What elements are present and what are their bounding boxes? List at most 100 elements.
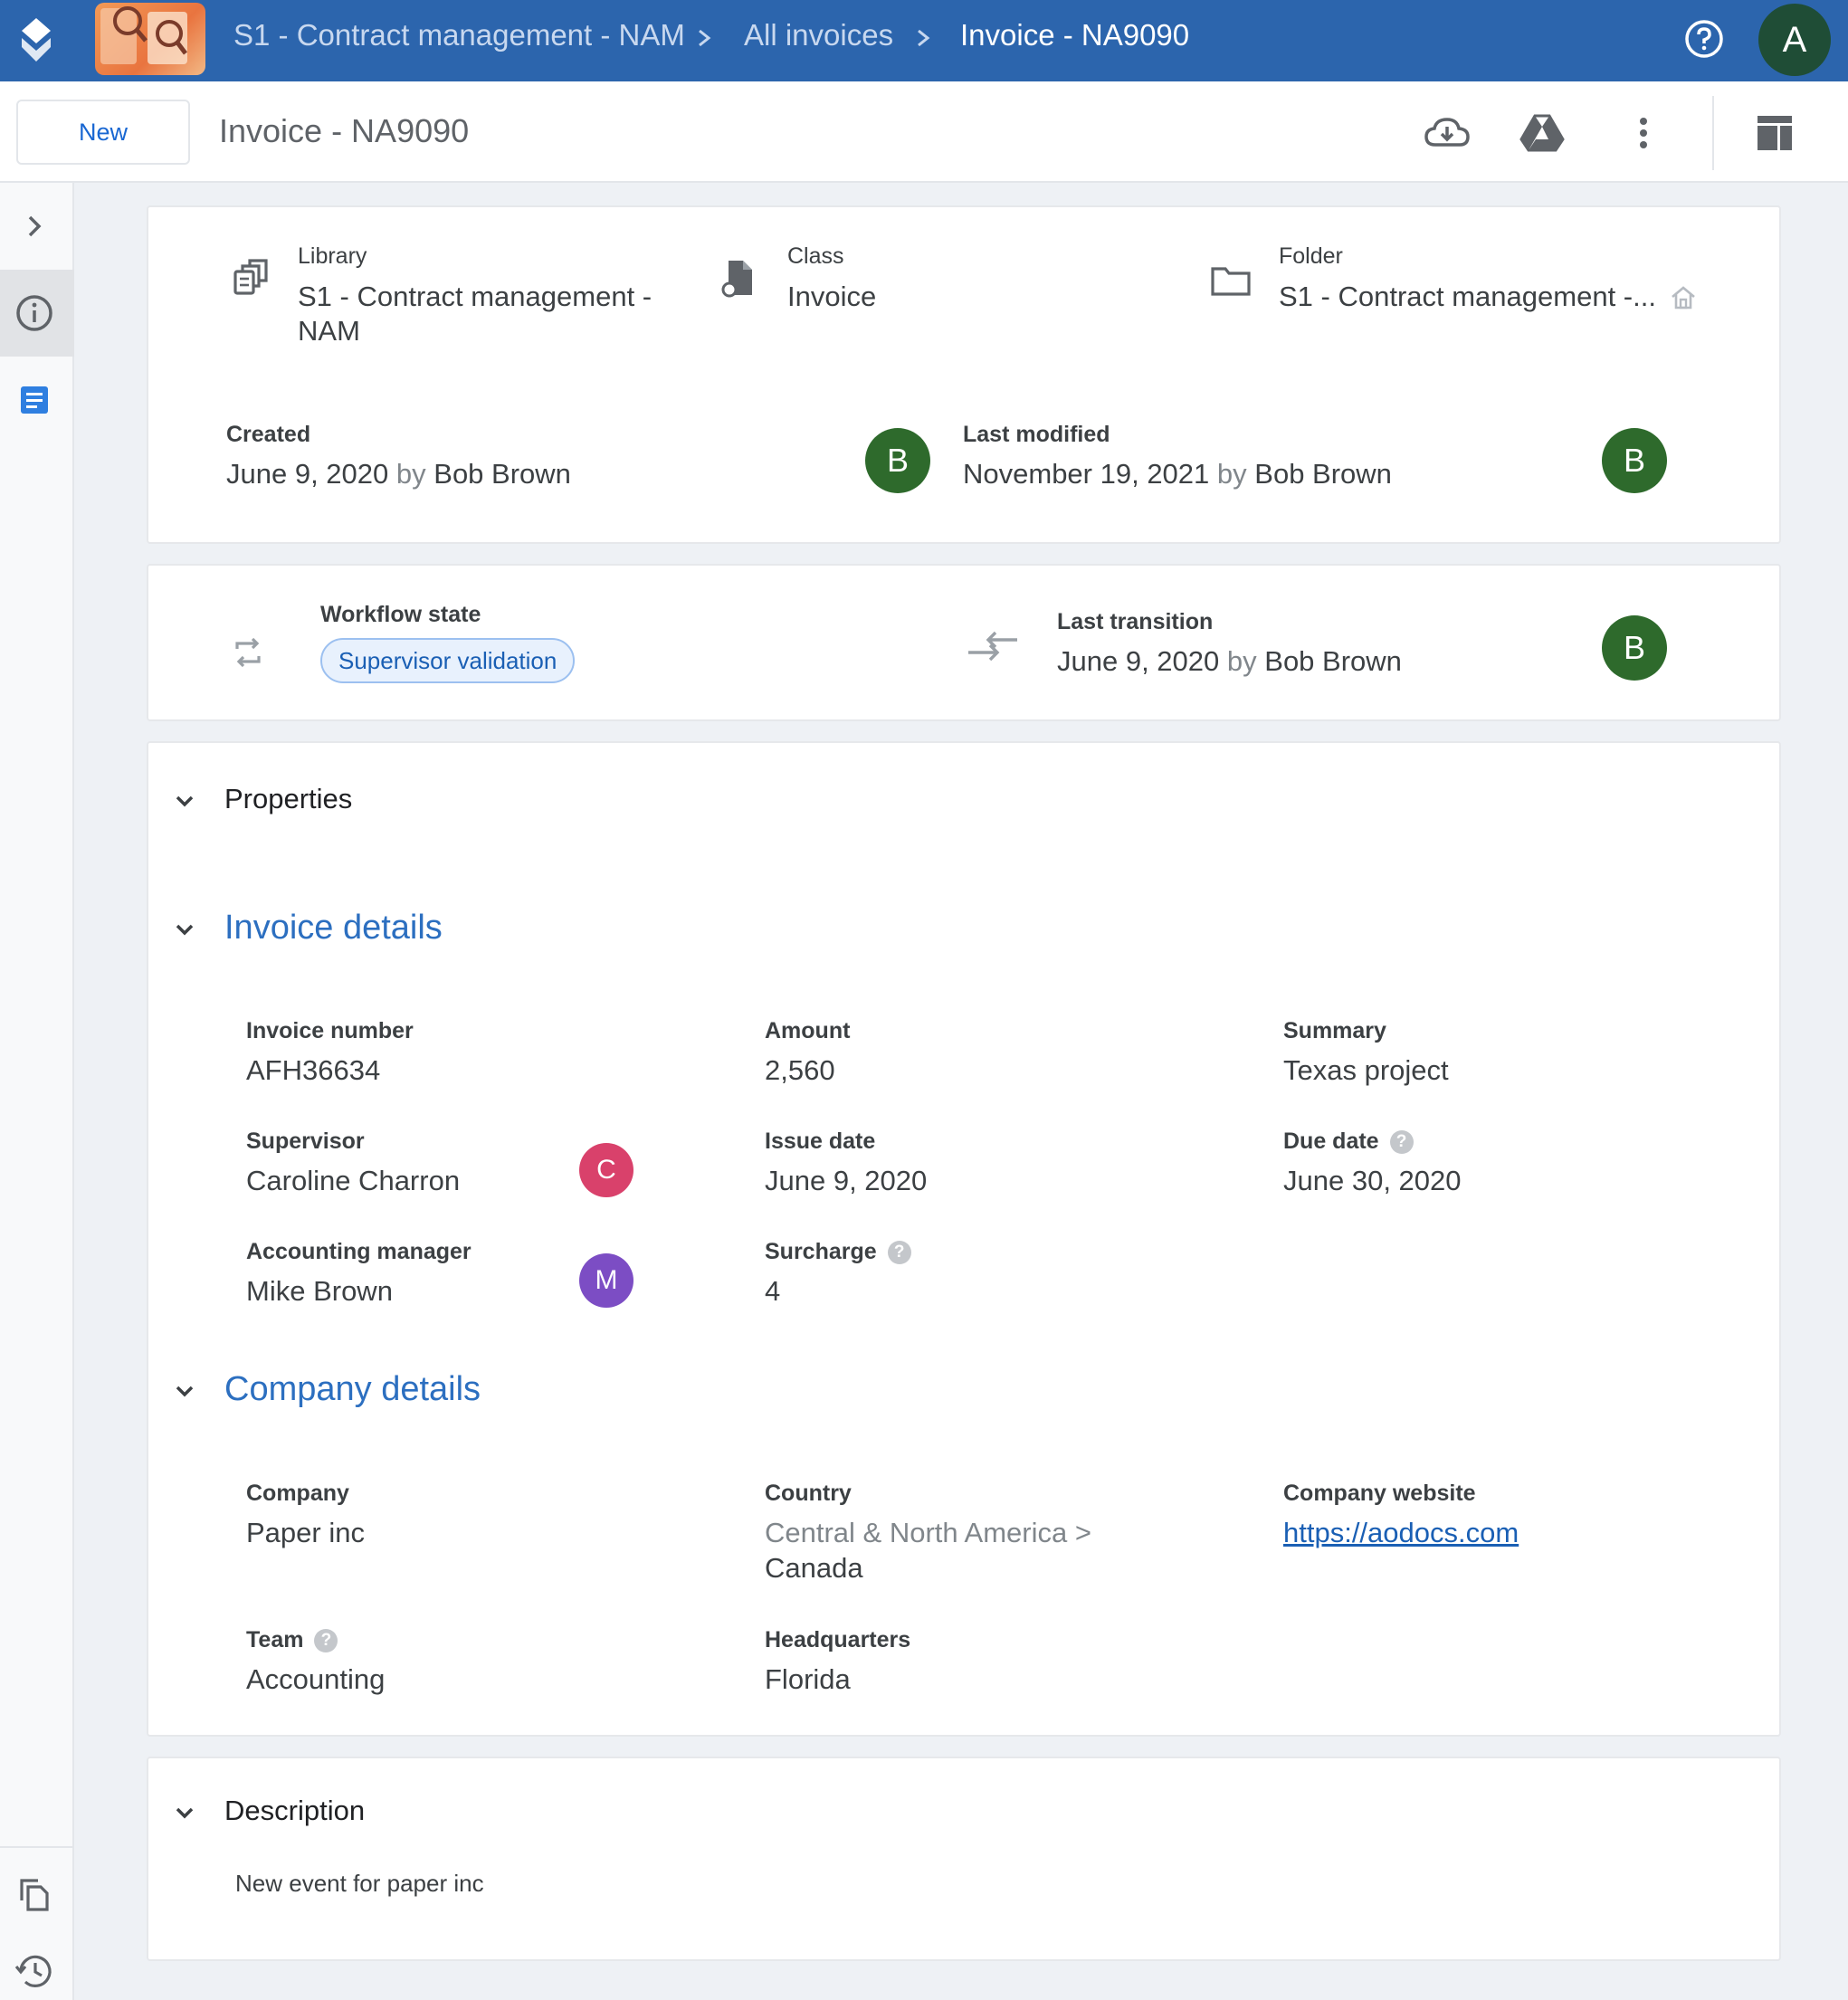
help-tooltip-icon[interactable]: ? — [314, 1629, 338, 1653]
created-by: Bob Brown — [433, 458, 571, 490]
modifier-avatar[interactable]: B — [1602, 428, 1667, 493]
expand-panel-button[interactable] — [0, 183, 74, 270]
invoice-details-title[interactable]: Invoice details — [224, 909, 443, 948]
chevron-right-icon — [28, 215, 42, 237]
chevron-down-icon[interactable] — [170, 915, 199, 944]
more-vert-icon[interactable] — [1619, 109, 1668, 157]
creator-avatar[interactable]: B — [865, 428, 930, 493]
chevron-down-icon[interactable] — [170, 1798, 199, 1827]
toolbar-divider — [1712, 96, 1714, 170]
due-date-label: Due date? — [1283, 1129, 1414, 1155]
class-icon — [721, 261, 752, 298]
class-label: Class — [787, 243, 844, 269]
amount-label: Amount — [765, 1018, 851, 1043]
folder-icon — [1211, 267, 1251, 296]
description-text: New event for paper inc — [235, 1870, 484, 1897]
library-value[interactable]: S1 - Contract management - — [298, 280, 652, 314]
company-label: Company — [246, 1481, 349, 1506]
supervisor-avatar[interactable]: C — [579, 1143, 633, 1197]
description-title[interactable]: Description — [224, 1795, 365, 1827]
properties-title[interactable]: Properties — [224, 783, 352, 815]
modified-by: Bob Brown — [1254, 458, 1392, 490]
modified-by-word: by — [1216, 458, 1247, 490]
transition-avatar[interactable]: B — [1602, 615, 1667, 681]
headquarters-value: Florida — [765, 1663, 851, 1695]
issue-date-label: Issue date — [765, 1129, 876, 1154]
accounting-manager-avatar[interactable]: M — [579, 1253, 633, 1308]
team-label-text: Team — [246, 1627, 304, 1652]
properties-card: Properties Invoice details Invoice numbe… — [147, 741, 1781, 1737]
country-label: Country — [765, 1481, 852, 1506]
chevron-down-icon[interactable] — [170, 786, 199, 815]
invoice-number-value: AFH36634 — [246, 1054, 381, 1086]
new-button[interactable]: New — [16, 100, 190, 165]
workflow-state-label: Workflow state — [320, 602, 481, 627]
breadcrumb-library[interactable]: S1 - Contract management - NAM — [233, 18, 685, 52]
team-label: Team? — [246, 1627, 338, 1653]
breadcrumb-current: Invoice - NA9090 — [960, 18, 1190, 52]
history-icon — [14, 1955, 52, 1987]
page-title: Invoice - NA9090 — [219, 112, 470, 149]
side-rail — [0, 183, 74, 2000]
breadcrumb-view[interactable]: All invoices — [744, 18, 893, 52]
supervisor-value: Caroline Charron — [246, 1165, 461, 1196]
help-icon[interactable] — [1683, 18, 1725, 60]
sync-icon — [235, 637, 261, 668]
class-value[interactable]: Invoice — [787, 280, 876, 314]
company-website-label: Company website — [1283, 1481, 1476, 1506]
workflow-card: Workflow state Supervisor validation Las… — [147, 564, 1781, 721]
folder-value[interactable]: S1 - Contract management -... — [1279, 280, 1656, 314]
info-tab[interactable] — [0, 270, 74, 357]
accounting-manager-value: Mike Brown — [246, 1275, 393, 1307]
transition-icon — [968, 631, 1017, 662]
library-value-cont[interactable]: NAM — [298, 314, 360, 348]
document-icon — [21, 386, 48, 414]
history-tab[interactable] — [0, 1928, 74, 2000]
google-drive-icon[interactable] — [1518, 109, 1567, 157]
summary-value: Texas project — [1283, 1054, 1449, 1086]
surcharge-label: Surcharge? — [765, 1239, 911, 1265]
transition-by-word: by — [1226, 645, 1257, 677]
amount-value: 2,560 — [765, 1054, 835, 1086]
library-label: Library — [298, 243, 367, 269]
document-info-card: Library S1 - Contract management - NAM C… — [147, 205, 1781, 544]
last-transition-value: June 9, 2020 by Bob Brown — [1057, 644, 1402, 679]
due-date-label-text: Due date — [1283, 1129, 1379, 1154]
chevron-down-icon[interactable] — [170, 1376, 199, 1405]
versions-tab[interactable] — [0, 1850, 74, 1937]
chevron-right-icon — [699, 29, 711, 47]
help-tooltip-icon[interactable]: ? — [887, 1241, 911, 1265]
account-avatar[interactable]: A — [1758, 4, 1831, 76]
copy-icon — [20, 1879, 49, 1911]
country-path: Central & North America > — [765, 1517, 1091, 1548]
cloud-download-icon[interactable] — [1423, 109, 1472, 157]
top-bar: S1 - Contract management - NAM All invoi… — [0, 0, 1848, 81]
folder-label: Folder — [1279, 243, 1343, 269]
team-value: Accounting — [246, 1663, 386, 1695]
last-modified-label: Last modified — [963, 422, 1110, 447]
help-tooltip-icon[interactable]: ? — [1389, 1130, 1414, 1155]
supervisor-label: Supervisor — [246, 1129, 365, 1154]
headquarters-label: Headquarters — [765, 1627, 911, 1652]
document-tab[interactable] — [0, 357, 74, 443]
library-icon — [233, 259, 268, 295]
summary-label: Summary — [1283, 1018, 1386, 1043]
last-transition-label: Last transition — [1057, 609, 1214, 634]
created-label: Created — [226, 422, 311, 447]
description-card: Description New event for paper inc — [147, 1757, 1781, 1961]
info-icon — [16, 295, 52, 331]
invoice-number-label: Invoice number — [246, 1018, 414, 1043]
issue-date-value: June 9, 2020 — [765, 1165, 928, 1196]
company-details-title[interactable]: Company details — [224, 1370, 481, 1409]
layout-icon[interactable] — [1750, 109, 1799, 157]
home-icon[interactable] — [1669, 283, 1698, 312]
workflow-state-chip[interactable]: Supervisor validation — [320, 638, 576, 683]
company-website-link[interactable]: https://aodocs.com — [1283, 1516, 1519, 1550]
surcharge-label-text: Surcharge — [765, 1239, 877, 1264]
created-value: June 9, 2020 by Bob Brown — [226, 457, 571, 491]
rail-divider — [0, 1846, 74, 1848]
aodocs-logo-icon[interactable] — [18, 16, 54, 65]
chevron-right-icon — [918, 29, 930, 47]
last-modified-value: November 19, 2021 by Bob Brown — [963, 457, 1392, 491]
library-logo-image[interactable] — [95, 3, 205, 75]
